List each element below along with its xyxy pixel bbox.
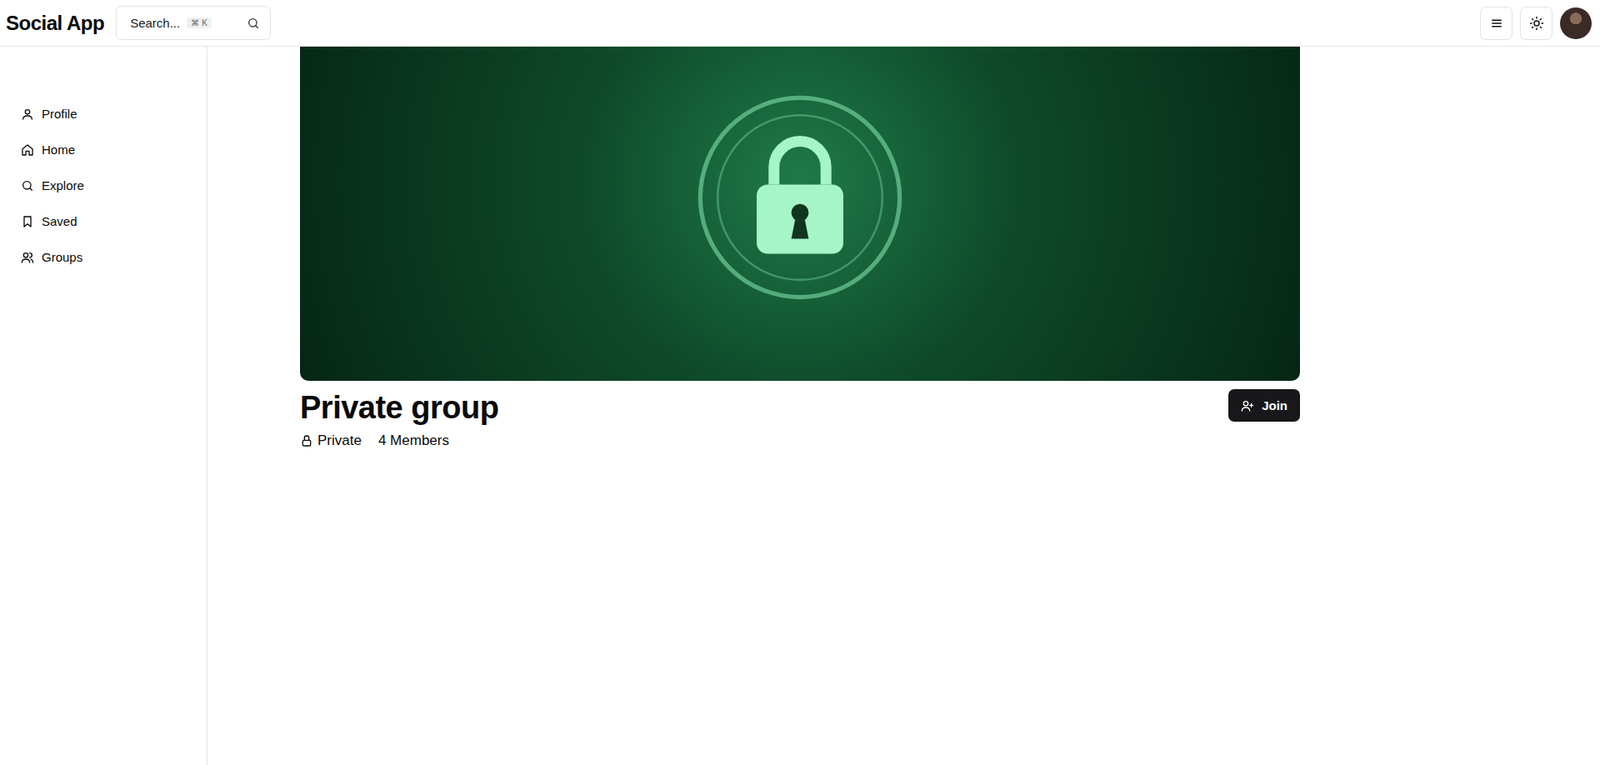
menu-icon [1489,15,1505,31]
group-title: Private group [300,389,499,428]
search-placeholder: Search... [130,15,180,30]
sidebar-item-label: Home [41,142,75,157]
sidebar-item[interactable]: Groups [0,250,207,265]
search-field[interactable]: Search... ⌘K [115,5,271,40]
lock-icon [300,434,314,448]
top-bar: Social App Search... ⌘K [0,0,1600,47]
page: Social App Search... ⌘K Profile Home Explore S… [0,0,1600,765]
sidebar-item-label: Groups [41,250,83,265]
search-icon [20,179,35,193]
home-icon [20,143,35,157]
sidebar-item-label: Explore [41,178,85,193]
user-icon [20,107,35,121]
bookmark-icon [20,215,35,229]
main-content: Private group Private 4 Members Join [207,46,1600,765]
sidebar: Profile Home Explore Saved Groups [0,46,208,765]
theme-toggle-button[interactable] [1520,6,1553,40]
shortcut-key: ⌘ [190,18,200,28]
app-logo[interactable]: Social App [5,11,105,35]
users-icon [20,250,35,265]
group-banner [300,46,1300,381]
sidebar-item-label: Profile [41,106,78,121]
user-avatar[interactable] [1560,7,1592,40]
menu-button[interactable] [1480,6,1513,40]
sun-icon [1529,15,1545,31]
sidebar-item[interactable]: Profile [0,106,207,121]
user-plus-icon [1240,399,1255,413]
sidebar-item[interactable]: Explore [0,178,207,193]
lock-icon [691,89,909,306]
privacy-label: Private [300,432,362,450]
shortcut-key: K [201,18,208,28]
join-button[interactable]: Join [1228,389,1300,422]
member-count[interactable]: 4 Members [378,432,450,450]
group-meta: Private 4 Members [300,432,499,450]
sidebar-item[interactable]: Saved [0,214,207,229]
search-icon [246,16,260,30]
shortcut-hint: ⌘K [186,17,212,29]
sidebar-item-label: Saved [41,214,78,229]
sidebar-item[interactable]: Home [0,142,207,157]
